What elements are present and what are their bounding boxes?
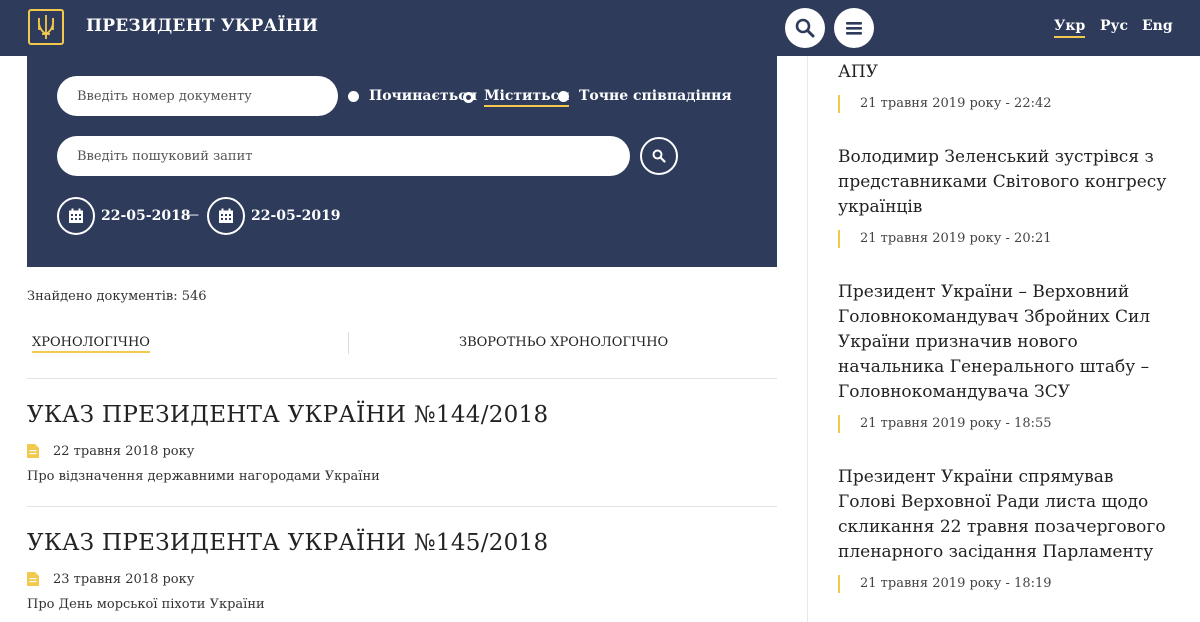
document-date: 23 травня 2018 року	[53, 572, 195, 587]
sort-reverse-button[interactable]: ЗВОРОТНЬО ХРОНОЛОГІЧНО	[459, 335, 668, 350]
site-header: ПРЕЗИДЕНТ УКРАЇНИ Укр Рус Eng	[0, 0, 1200, 56]
menu-icon	[846, 22, 862, 35]
header-search-button[interactable]	[785, 8, 825, 48]
radio-dot	[558, 90, 569, 102]
match-starts-radio[interactable]: Починається	[348, 88, 477, 104]
site-title[interactable]: ПРЕЗИДЕНТ УКРАЇНИ	[86, 16, 318, 36]
date-from-value[interactable]: 22-05-2018	[101, 208, 191, 224]
divider	[27, 506, 777, 507]
found-count: Знайдено документів: 546	[27, 289, 207, 304]
document-date: 22 травня 2018 року	[53, 444, 195, 459]
news-item-time: 21 травня 2019 року - 20:21	[838, 230, 1052, 248]
news-item-time: 21 травня 2019 року - 22:42	[838, 95, 1052, 113]
column-divider	[807, 56, 808, 622]
lang-rus[interactable]: Рус	[1100, 18, 1128, 34]
calendar-icon	[69, 208, 83, 223]
search-icon	[652, 149, 666, 163]
document-icon	[27, 444, 39, 458]
date-separator: —	[185, 207, 199, 223]
date-to-calendar-button[interactable]	[207, 197, 245, 235]
lang-ukr[interactable]: Укр	[1054, 18, 1086, 38]
search-submit-button[interactable]	[640, 137, 678, 175]
search-query-input[interactable]	[57, 136, 630, 176]
document-title-link[interactable]: УКАЗ ПРЕЗИДЕНТА УКРАЇНИ №144/2018	[27, 402, 548, 428]
radio-label: Міститься	[484, 88, 570, 107]
radio-dot	[463, 92, 474, 103]
match-exact-radio[interactable]: Точне співпадіння	[558, 88, 732, 104]
document-icon	[27, 572, 39, 586]
news-item-time: 21 травня 2019 року - 18:19	[838, 575, 1052, 593]
lang-eng[interactable]: Eng	[1142, 18, 1173, 34]
header-menu-button[interactable]	[834, 8, 874, 48]
search-panel: Починається Міститься Точне співпадіння …	[27, 56, 777, 267]
document-title-link[interactable]: УКАЗ ПРЕЗИДЕНТА УКРАЇНИ №145/2018	[27, 530, 548, 556]
date-to-value[interactable]: 22-05-2019	[251, 208, 341, 224]
news-item-title[interactable]: Президент України спрямував Голові Верхо…	[838, 465, 1173, 565]
radio-dot	[348, 90, 359, 102]
radio-label: Починається	[369, 88, 478, 104]
news-item-title[interactable]: Президент України – Верховний Головноком…	[838, 280, 1173, 405]
document-number-input[interactable]	[57, 76, 338, 116]
sort-chronological-button[interactable]: ХРОНОЛОГІЧНО	[32, 335, 150, 353]
news-item-title[interactable]: Володимир Зеленський зустрівся з предста…	[838, 145, 1173, 220]
document-description[interactable]: Про відзначення державними нагородами Ук…	[27, 469, 380, 484]
search-icon	[795, 18, 815, 38]
calendar-icon	[219, 208, 233, 223]
match-contains-radio[interactable]: Міститься	[463, 88, 570, 107]
document-description[interactable]: Про День морської піхоти України	[27, 597, 265, 612]
news-item-time: 21 травня 2019 року - 18:55	[838, 415, 1052, 433]
date-from-calendar-button[interactable]	[57, 197, 95, 235]
news-item-title[interactable]: АПУ	[838, 60, 1173, 85]
divider	[27, 378, 777, 379]
radio-label: Точне співпадіння	[579, 88, 732, 104]
trident-icon[interactable]	[28, 9, 64, 45]
sort-divider	[348, 332, 349, 354]
